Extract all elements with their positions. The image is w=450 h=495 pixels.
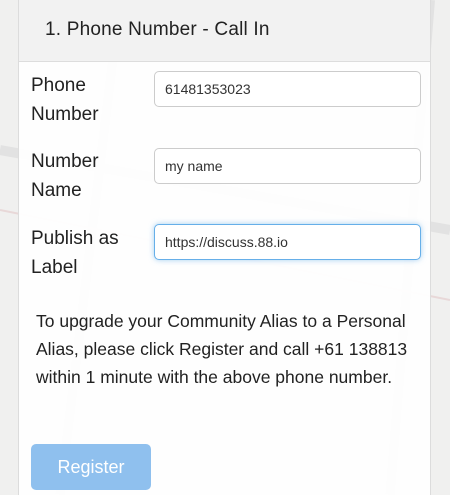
- publish-label-label: Publish as Label: [31, 224, 151, 282]
- number-name-label: Number Name: [31, 147, 151, 205]
- publish-label-line1: Publish as: [31, 228, 119, 249]
- panel-title: 1. Phone Number - Call In: [45, 19, 270, 40]
- register-button[interactable]: Register: [31, 444, 151, 490]
- publish-label-input[interactable]: [154, 224, 421, 260]
- phone-number-label-line2: Number: [31, 104, 99, 125]
- number-name-input[interactable]: [154, 148, 421, 184]
- phone-number-label: Phone Number: [31, 71, 151, 129]
- publish-label-line2: Label: [31, 257, 78, 278]
- panel-header: 1. Phone Number - Call In: [19, 0, 430, 62]
- number-name-label-line1: Number: [31, 151, 99, 172]
- form-panel: 1. Phone Number - Call In Phone Number N…: [18, 0, 431, 495]
- phone-number-input[interactable]: [154, 71, 421, 107]
- number-name-label-line2: Name: [31, 180, 82, 201]
- register-instructions: To upgrade your Community Alias to a Per…: [36, 311, 408, 387]
- phone-number-label-line1: Phone: [31, 75, 86, 96]
